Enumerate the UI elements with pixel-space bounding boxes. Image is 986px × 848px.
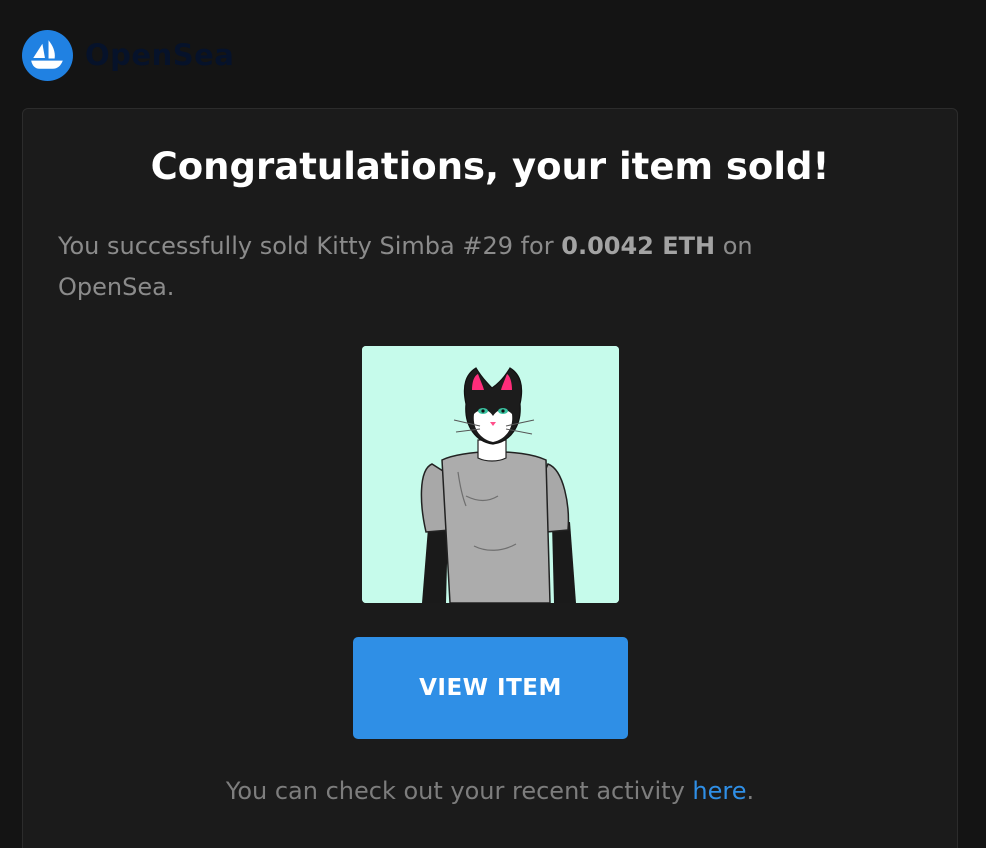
- email-page: OpenSea Congratulations, your item sold!…: [0, 0, 986, 848]
- cat-character-nft-image: [362, 346, 619, 603]
- view-item-button[interactable]: VIEW ITEM: [353, 637, 628, 739]
- recent-activity-link[interactable]: here: [692, 777, 746, 805]
- sale-price: 0.0042 ETH: [561, 232, 716, 260]
- footer-suffix: .: [746, 777, 755, 805]
- brand-header[interactable]: OpenSea: [22, 29, 234, 81]
- message-prefix: You successfully sold Kitty Simba #29 fo…: [58, 232, 562, 260]
- nft-item-image[interactable]: [362, 346, 619, 603]
- sale-notification-card: Congratulations, your item sold! You suc…: [22, 108, 958, 848]
- page-title: Congratulations, your item sold!: [150, 145, 830, 188]
- brand-name: OpenSea: [85, 38, 235, 72]
- opensea-logo-icon: [22, 29, 73, 81]
- sale-message: You successfully sold Kitty Simba #29 fo…: [58, 226, 848, 308]
- recent-activity-text: You can check out your recent activity h…: [23, 771, 957, 811]
- footer-prefix: You can check out your recent activity: [225, 777, 693, 805]
